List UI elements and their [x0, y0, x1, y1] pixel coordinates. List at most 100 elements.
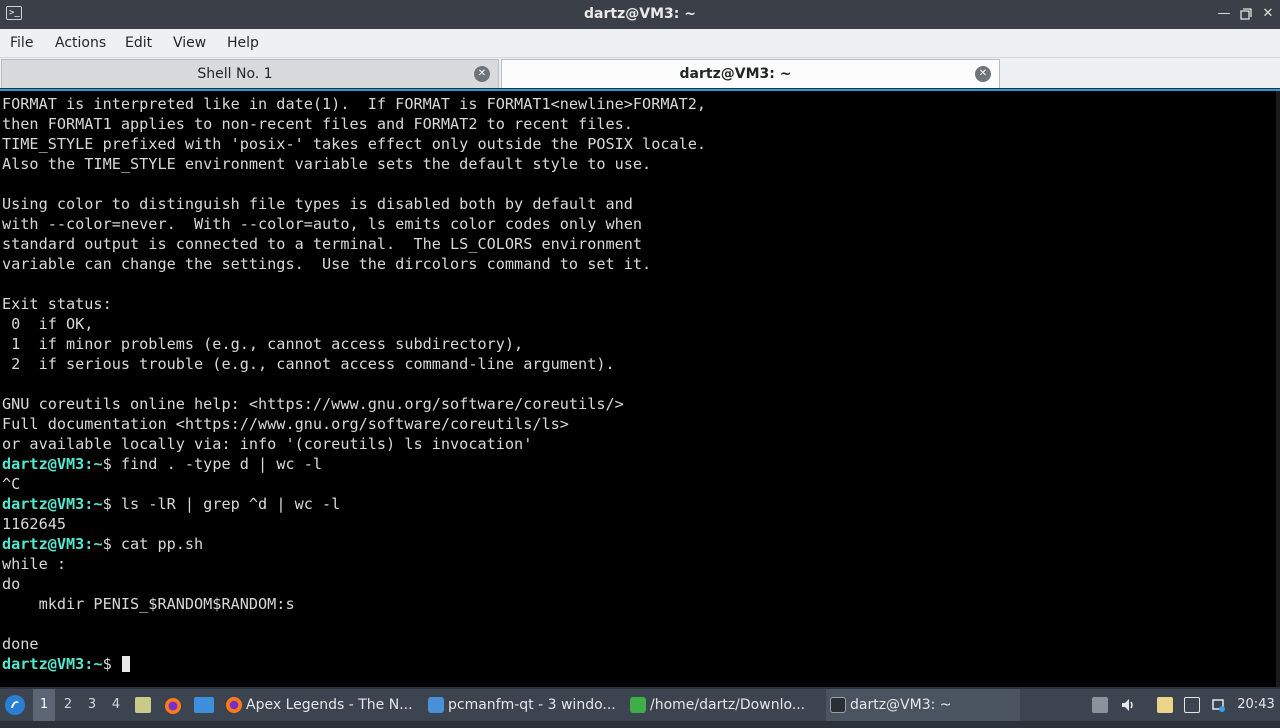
terminal-line: GNU coreutils online help: <https://www.… [2, 394, 706, 414]
show-desktop-icon[interactable] [135, 697, 151, 713]
window-titlebar[interactable]: >_ dartz@VM3: ~ — ✕ [0, 0, 1280, 29]
shell-prompt: dartz@VM3:~ [2, 655, 103, 673]
tab-bar: Shell No. 1 ✕ dartz@VM3: ~ ✕ [0, 58, 1280, 88]
archive-icon [630, 697, 646, 713]
clipboard-icon[interactable] [1157, 697, 1173, 713]
close-window-icon[interactable]: ✕ [1259, 5, 1277, 23]
task-label: /home/dartz/Downlo... [650, 697, 806, 713]
line-text: or available locally via: info '(coreuti… [2, 435, 533, 453]
desktop-2[interactable]: 2 [57, 689, 79, 721]
task-apex-legends[interactable]: Apex Legends - The N... [222, 689, 418, 721]
menu-actions[interactable]: Actions [55, 29, 106, 57]
terminal-line: TIME_STYLE prefixed with 'posix-' takes … [2, 134, 706, 154]
shell-prompt: dartz@VM3:~ [2, 495, 103, 513]
terminal-line: then FORMAT1 applies to non-recent files… [2, 114, 706, 134]
task-terminal[interactable]: dartz@VM3: ~ [826, 689, 1020, 721]
line-text: then FORMAT1 applies to non-recent files… [2, 115, 633, 133]
line-text: 1162645 [2, 515, 67, 533]
line-text: FORMAT is interpreted like in date(1). I… [2, 95, 707, 113]
terminal-line: 0 if OK, [2, 314, 706, 334]
terminal-prompt-line: dartz@VM3:~$ ls -lR | grep ^d | wc -l [2, 494, 706, 514]
line-text: $ cat pp.sh [102, 535, 204, 553]
line-text: $ find . -type d | wc -l [102, 455, 323, 473]
task-label: Apex Legends - The N... [246, 697, 413, 713]
window-title: dartz@VM3: ~ [584, 6, 696, 22]
shell-prompt: dartz@VM3:~ [2, 535, 103, 553]
menu-view[interactable]: View [173, 29, 206, 57]
terminal-line: 1162645 [2, 514, 706, 534]
menu-bar: File Actions Edit View Help [0, 29, 1280, 58]
restore-icon[interactable] [1237, 5, 1255, 23]
terminal-line: ^C [2, 474, 706, 494]
line-text: standard output is connected to a termin… [2, 235, 643, 253]
terminal-line: Exit status: [2, 294, 706, 314]
screen-icon[interactable] [1184, 697, 1200, 713]
terminal-prompt-line: dartz@VM3:~$ [2, 654, 706, 674]
line-text: GNU coreutils online help: <https://www.… [2, 395, 624, 413]
task-pcmanfm[interactable]: pcmanfm-qt - 3 windo... [424, 689, 620, 721]
line-text: 0 if OK, [2, 315, 94, 333]
text-cursor [121, 656, 130, 672]
network-icon[interactable] [1210, 697, 1226, 713]
start-menu-icon[interactable] [4, 689, 30, 721]
volume-icon[interactable] [1120, 697, 1136, 713]
desktop-4[interactable]: 4 [105, 689, 127, 721]
minimize-icon[interactable]: — [1215, 5, 1233, 23]
tab-close-icon[interactable]: ✕ [975, 66, 991, 82]
terminal-line: do [2, 574, 706, 594]
firefox-icon[interactable] [164, 697, 181, 714]
file-manager-icon[interactable] [194, 697, 214, 713]
line-text: Exit status: [2, 295, 112, 313]
line-text: $ ls -lR | grep ^d | wc -l [102, 495, 341, 513]
task-downloads[interactable]: /home/dartz/Downlo... [626, 689, 822, 721]
terminal-prompt-line: dartz@VM3:~$ find . -type d | wc -l [2, 454, 706, 474]
line-text: Also the TIME_STYLE environment variable… [2, 155, 652, 173]
terminal-scrollbar[interactable] [1276, 91, 1280, 687]
line-text: 1 if minor problems (e.g., cannot access… [2, 335, 524, 353]
menu-help[interactable]: Help [227, 29, 259, 57]
terminal-line: done [2, 634, 706, 654]
line-text: while : [2, 555, 67, 573]
clock[interactable]: 20:43 [1236, 689, 1276, 721]
menu-edit[interactable]: Edit [125, 29, 152, 57]
terminal-line: mkdir PENIS_$RANDOM$RANDOM:s [2, 594, 706, 614]
tab-label: Shell No. 1 [197, 66, 273, 82]
tab-close-icon[interactable]: ✕ [474, 66, 490, 82]
terminal-line: while : [2, 554, 706, 574]
task-label: dartz@VM3: ~ [850, 697, 952, 713]
tab-shell-no-1[interactable]: Shell No. 1 ✕ [1, 59, 499, 88]
task-label: pcmanfm-qt - 3 windo... [448, 697, 616, 713]
folder-icon [428, 697, 444, 713]
desktop-3[interactable]: 3 [81, 689, 103, 721]
terminal-line: Full documentation <https://www.gnu.org/… [2, 414, 706, 434]
terminal-output: FORMAT is interpreted like in date(1). I… [2, 94, 706, 674]
taskbar: 1 2 3 4 Apex Legends - The N... pcmanfm-… [0, 688, 1280, 721]
terminal-line: Using color to distinguish file types is… [2, 194, 706, 214]
menu-file[interactable]: File [10, 29, 33, 57]
tab-dartz-vm3[interactable]: dartz@VM3: ~ ✕ [501, 59, 1000, 88]
terminal-view[interactable]: FORMAT is interpreted like in date(1). I… [0, 89, 1280, 687]
desktop-1[interactable]: 1 [33, 689, 55, 721]
tray-expand-icon[interactable] [1092, 697, 1108, 713]
terminal-line: Also the TIME_STYLE environment variable… [2, 154, 706, 174]
terminal-line: FORMAT is interpreted like in date(1). I… [2, 94, 706, 114]
terminal-line: or available locally via: info '(coreuti… [2, 434, 706, 454]
terminal-line: 2 if serious trouble (e.g., cannot acces… [2, 354, 706, 374]
line-text: do [2, 575, 21, 593]
terminal-line: with --color=never. With --color=auto, l… [2, 214, 706, 234]
shell-prompt: dartz@VM3:~ [2, 455, 103, 473]
terminal-line: 1 if minor problems (e.g., cannot access… [2, 334, 706, 354]
line-text: with --color=never. With --color=auto, l… [2, 215, 643, 233]
line-text: ^C [2, 475, 21, 493]
terminal-line: variable can change the settings. Use th… [2, 254, 706, 274]
line-text: done [2, 635, 39, 653]
tab-label: dartz@VM3: ~ [679, 66, 792, 82]
line-text: Using color to distinguish file types is… [2, 195, 633, 213]
terminal-icon [830, 697, 846, 713]
line-text: mkdir PENIS_$RANDOM$RANDOM:s [2, 595, 295, 613]
line-text: $ [102, 655, 121, 673]
firefox-icon [226, 697, 242, 713]
